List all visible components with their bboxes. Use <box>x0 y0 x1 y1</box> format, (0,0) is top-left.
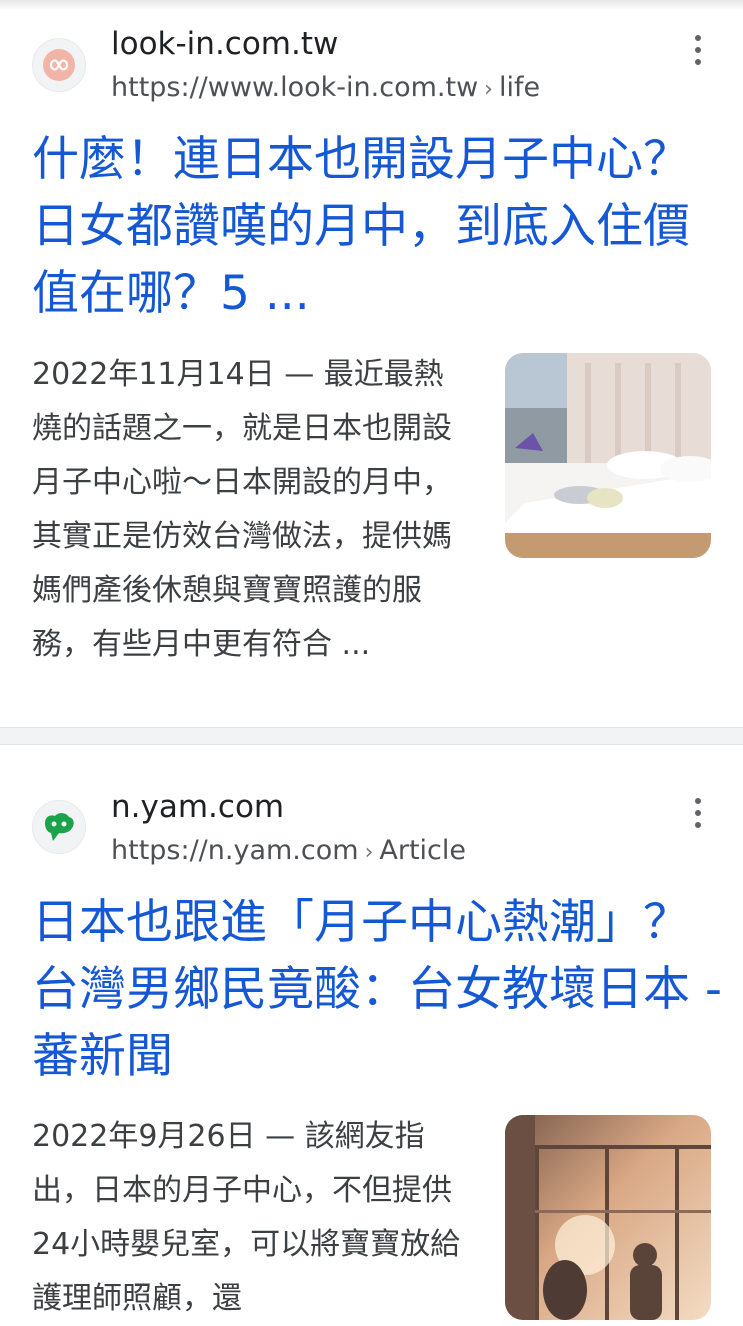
site-url[interactable]: https://n.yam.com › Article <box>111 835 466 866</box>
result-snippet: 2022年9月26日 — 該網友指出，日本的月子中心，不但提供24小時嬰兒室，可… <box>32 1119 461 1316</box>
result-title-link[interactable]: 日本也跟進「月子中心熱潮」？台灣男鄉民竟酸：台女教壞日本 - 蕃新聞 <box>32 889 722 1090</box>
result-title-link[interactable]: 什麼！連日本也開設月子中心？日女都讚嘆的月中，到底入住價值在哪？5 ... <box>32 126 722 327</box>
url-path: life <box>498 72 541 103</box>
breadcrumb-separator-icon: › <box>364 840 374 865</box>
snippet-date: 2022年9月26日 <box>32 1119 256 1154</box>
breadcrumb-separator-icon: › <box>484 77 493 102</box>
snippet-date: 2022年11月14日 <box>32 357 275 392</box>
more-options-icon[interactable] <box>684 30 712 70</box>
sunset-window-image[interactable] <box>505 1115 711 1320</box>
url-base: https://www.look-in.com.tw <box>111 72 479 103</box>
more-options-icon[interactable] <box>684 793 712 833</box>
results-divider <box>0 727 743 745</box>
snippet-text: 最近最熱燒的話題之一，就是日本也開設月子中心啦～日本開設的月中，其實正是仿效台灣… <box>32 357 452 662</box>
site-name[interactable]: n.yam.com <box>111 789 284 825</box>
url-path: Article <box>379 835 466 866</box>
yam-logo-icon[interactable] <box>32 800 86 854</box>
top-shadow <box>0 0 743 10</box>
url-base: https://n.yam.com <box>111 835 359 866</box>
result-snippet: 2022年11月14日 — 最近最熱燒的話題之一，就是日本也開設月子中心啦～日本… <box>32 357 452 662</box>
infinity-icon[interactable] <box>32 38 86 92</box>
hotel-bedroom-image[interactable] <box>505 353 711 558</box>
site-url[interactable]: https://www.look-in.com.tw › life <box>111 72 540 103</box>
site-name[interactable]: look-in.com.tw <box>111 26 338 62</box>
